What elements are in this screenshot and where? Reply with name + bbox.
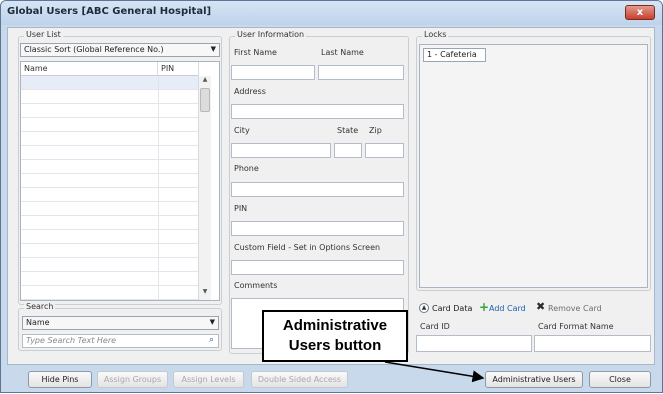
callout-arrow <box>384 361 485 383</box>
global-users-window: Global Users [ABC General Hospital] x Us… <box>0 0 663 393</box>
callout-arrow-line <box>384 361 485 383</box>
